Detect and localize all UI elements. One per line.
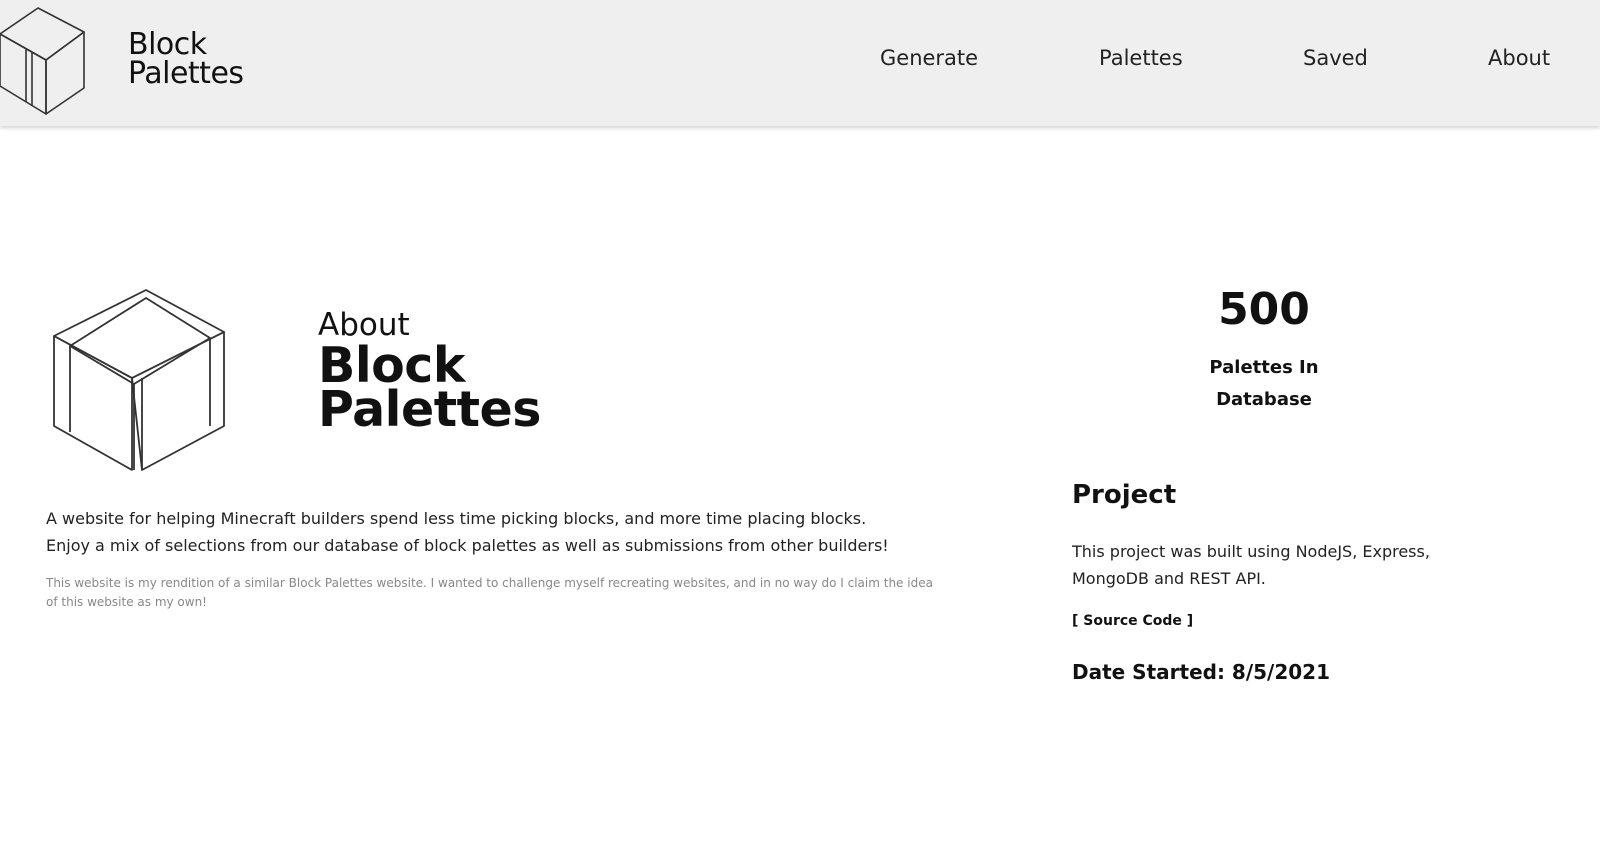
project-description: This project was built using NodeJS, Exp… (1072, 542, 1430, 588)
brand-line-2: Palettes (128, 56, 244, 91)
palette-count-label-line-1: Palettes In (1209, 357, 1319, 378)
palette-count: 500 (1218, 284, 1310, 335)
palette-count-label: Palettes In Database (1164, 352, 1364, 416)
site-description: A website for helping Minecraft builders… (46, 505, 966, 559)
nav-saved[interactable]: Saved (1303, 46, 1368, 70)
cube-logo-icon[interactable] (0, 4, 88, 118)
project-heading: Project (1072, 480, 1177, 510)
source-code-link[interactable]: [ Source Code ] (1072, 613, 1193, 629)
brand-name[interactable]: Block Palettes (128, 27, 244, 91)
about-heading: About Block Palettes (318, 306, 541, 438)
about-heading-line-2: Palettes (318, 381, 541, 438)
nav-about[interactable]: About (1488, 46, 1550, 70)
brand-line-1: Block (128, 27, 207, 62)
palette-count-label-line-2: Database (1216, 389, 1312, 410)
top-navbar: Block Palettes Generate Palettes Saved A… (0, 0, 1600, 126)
description-line-1: A website for helping Minecraft builders… (46, 509, 867, 528)
cube-illustration-icon (53, 289, 225, 471)
nav-generate[interactable]: Generate (880, 46, 978, 70)
date-started: Date Started: 8/5/2021 (1072, 660, 1331, 684)
disclaimer-text: This website is my rendition of a simila… (46, 576, 933, 609)
description-line-2: Enjoy a mix of selections from our datab… (46, 536, 889, 555)
nav-palettes[interactable]: Palettes (1099, 46, 1183, 70)
